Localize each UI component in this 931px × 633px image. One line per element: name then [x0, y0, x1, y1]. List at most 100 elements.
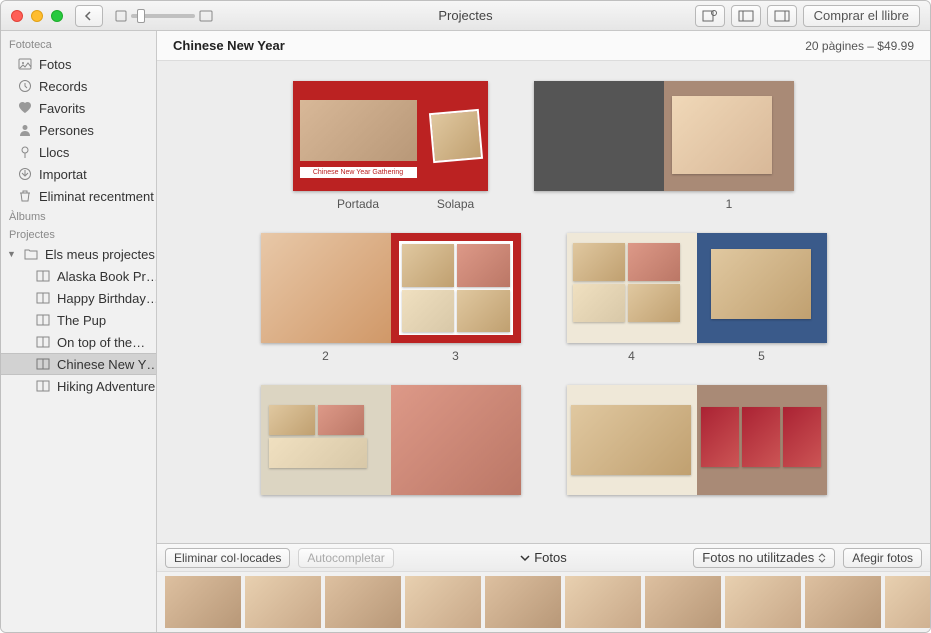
sidebar-item-label: Alaska Book Pr… [57, 269, 156, 284]
book-icon [35, 268, 51, 284]
page-cover[interactable]: Chinese New Year Gathering [293, 81, 423, 191]
page-label: Portada [293, 197, 423, 211]
minimize-window-button[interactable] [31, 10, 43, 22]
page-2[interactable] [261, 233, 391, 343]
spread-6-7[interactable] [261, 385, 521, 495]
book-icon [35, 312, 51, 328]
close-window-button[interactable] [11, 10, 23, 22]
cover-photo [300, 100, 417, 161]
zoom-slider-group [115, 10, 213, 22]
page-3[interactable] [391, 233, 521, 343]
page-8[interactable] [567, 385, 697, 495]
sidebar-item-label: Fotos [39, 57, 72, 72]
page-7[interactable] [391, 385, 521, 495]
page-inside-cover[interactable] [534, 81, 664, 191]
collage [269, 405, 367, 468]
sidebar-project-item[interactable]: Hiking Adventure [1, 375, 156, 397]
page-flap[interactable] [423, 81, 488, 191]
book-settings-icon [702, 9, 718, 23]
zoom-slider[interactable] [131, 14, 195, 18]
filter-dropdown[interactable]: Fotos no utilitzades [693, 548, 835, 568]
clock-icon [17, 78, 33, 94]
page-photo [261, 233, 391, 343]
photo-thumbnail[interactable] [325, 576, 401, 628]
sidebar-item-label: Happy Birthday… [57, 291, 156, 306]
page-photo [571, 405, 691, 475]
spread-2-3[interactable]: 2 3 [261, 233, 521, 363]
clear-placed-button[interactable]: Eliminar col·locades [165, 548, 290, 568]
photo-thumbnail[interactable] [565, 576, 641, 628]
photo-thumbnail[interactable] [805, 576, 881, 628]
page-9[interactable] [697, 385, 827, 495]
photo-thumbnail[interactable] [645, 576, 721, 628]
spread-1[interactable]: 1 [534, 81, 794, 211]
sidebar-item-photos[interactable]: Fotos [1, 53, 156, 75]
book-icon [35, 378, 51, 394]
sidebar-item-label: Importat [39, 167, 87, 182]
sidebar-item-label: On top of the… [57, 335, 145, 350]
chevron-down-icon [520, 553, 530, 563]
sidebar-item-people[interactable]: Persones [1, 119, 156, 141]
collage [399, 241, 513, 335]
sidebar-item-label: Chinese New Y… [57, 357, 156, 372]
page-label: 1 [664, 197, 794, 211]
project-header: Chinese New Year 20 pàgines – $49.99 [157, 31, 930, 61]
sidebar-item-favorites[interactable]: Favorits [1, 97, 156, 119]
pin-icon [17, 144, 33, 160]
page-label: Solapa [423, 197, 488, 211]
photo-thumbnail[interactable] [885, 576, 930, 628]
spread-cover[interactable]: Chinese New Year Gathering Portada Solap… [293, 81, 488, 211]
add-photos-button[interactable]: Afegir fotos [843, 548, 922, 568]
sidebar-item-places[interactable]: Llocs [1, 141, 156, 163]
buy-book-button[interactable]: Comprar el llibre [803, 5, 920, 27]
sidebar-project-item[interactable]: The Pup [1, 309, 156, 331]
page-5[interactable] [697, 233, 827, 343]
sidebar-section-projects: Projectes [1, 225, 156, 243]
page-6[interactable] [261, 385, 391, 495]
page-1[interactable] [664, 81, 794, 191]
sidebar-project-item[interactable]: Happy Birthday… [1, 287, 156, 309]
layout-button[interactable] [731, 5, 761, 27]
photo-thumbnail[interactable] [485, 576, 561, 628]
photos-icon [17, 56, 33, 72]
page-label: 3 [391, 349, 521, 363]
import-icon [17, 166, 33, 182]
sidebar-item-imports[interactable]: Importat [1, 163, 156, 185]
slider-thumb[interactable] [137, 9, 145, 23]
settings-button[interactable] [695, 5, 725, 27]
sidebar-item-memories[interactable]: Records [1, 75, 156, 97]
photo-thumbnail[interactable] [405, 576, 481, 628]
page-label: 5 [697, 349, 827, 363]
sidebar-item-label: Eliminat recentment [39, 189, 154, 204]
sidebar-project-item-selected[interactable]: Chinese New Y… [1, 353, 156, 375]
page-4[interactable] [567, 233, 697, 343]
sidebar-project-item[interactable]: Alaska Book Pr… [1, 265, 156, 287]
sidebar-item-label: The Pup [57, 313, 106, 328]
sidebar-item-label: Llocs [39, 145, 69, 160]
sidebar-item-label: Favorits [39, 101, 85, 116]
main-area: Chinese New Year 20 pàgines – $49.99 Chi… [157, 31, 930, 632]
browser-toolbar: Eliminar col·locades Autocompletar Fotos… [157, 544, 930, 572]
sidebar-project-item[interactable]: On top of the… [1, 331, 156, 353]
sidebar-item-trash[interactable]: Eliminat recentment [1, 185, 156, 207]
chevron-left-icon [84, 11, 94, 21]
disclosure-triangle-icon[interactable]: ▼ [7, 249, 17, 259]
page-label: 4 [567, 349, 697, 363]
photo-thumbnail[interactable] [245, 576, 321, 628]
photo-thumbnail[interactable] [725, 576, 801, 628]
spread-4-5[interactable]: 4 5 [567, 233, 827, 363]
sidebar-item-label: Els meus projectes [45, 247, 155, 262]
sidebar-group-my-projects[interactable]: ▼ Els meus projectes [1, 243, 156, 265]
page-canvas[interactable]: Chinese New Year Gathering Portada Solap… [157, 61, 930, 543]
thumbnail-strip[interactable] [157, 572, 930, 632]
photo-thumbnail[interactable] [165, 576, 241, 628]
back-button[interactable] [75, 5, 103, 27]
zoom-window-button[interactable] [51, 10, 63, 22]
options-button[interactable] [767, 5, 797, 27]
spread-8-9[interactable] [567, 385, 827, 495]
autocomplete-button[interactable]: Autocompletar [298, 548, 393, 568]
project-meta: 20 pàgines – $49.99 [805, 39, 914, 53]
sidebar-item-label: Hiking Adventure [57, 379, 155, 394]
folder-icon [23, 246, 39, 262]
collage [573, 243, 680, 322]
